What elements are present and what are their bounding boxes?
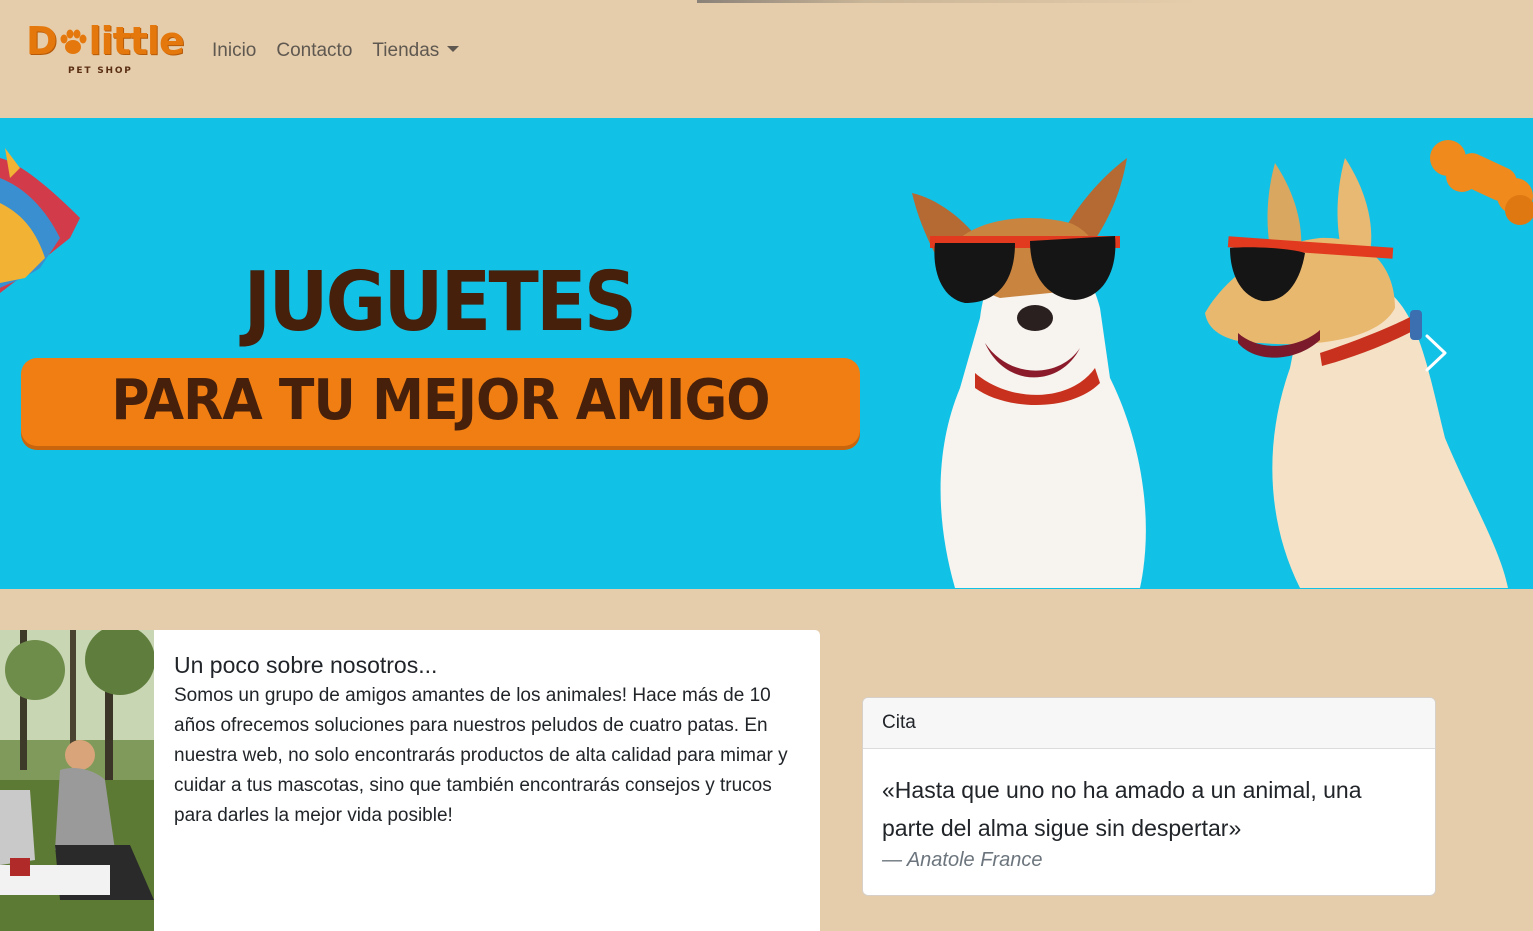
banner-artwork <box>0 140 1533 588</box>
dog-right-image <box>1205 158 1508 588</box>
quote-author: — Anatole France <box>882 849 1043 871</box>
friends-park-photo <box>0 630 154 931</box>
dog-left-image <box>912 158 1146 588</box>
caret-down-icon <box>447 46 460 52</box>
chevron-right-icon <box>1425 334 1447 372</box>
quote-card: Cita «Hasta que uno no ha amado a un ani… <box>862 697 1436 896</box>
paw-icon <box>60 29 87 54</box>
banner-headline: JUGUETES <box>243 255 637 350</box>
quote-card-header: Cita <box>863 698 1435 749</box>
nav-menu: Inicio Contacto Tiendas <box>212 36 460 66</box>
quote-text: «Hasta que uno no ha amado a un animal, … <box>882 777 1362 841</box>
logo-tagline: PET SHOP <box>68 66 133 76</box>
top-progress-line <box>697 0 1533 3</box>
nav-tiendas-dropdown[interactable]: Tiendas <box>372 36 460 66</box>
hero-carousel: JUGUETES PARA TU MEJOR AMIGO <box>0 118 1533 589</box>
about-title: Un poco sobre nosotros... <box>174 652 438 678</box>
nav-inicio[interactable]: Inicio <box>212 36 256 66</box>
navbar: D little PET SHOP Inicio Contacto Tienda… <box>0 0 1533 118</box>
banner-subheadline: PARA TU MEJOR AMIGO <box>111 368 770 433</box>
banner-subheadline-pill: PARA TU MEJOR AMIGO <box>21 358 860 446</box>
nav-tiendas-label: Tiendas <box>372 40 440 61</box>
quote-card-body: «Hasta que uno no ha amado a un animal, … <box>863 749 1435 873</box>
carousel-next-button[interactable] <box>1412 318 1462 388</box>
logo-wordmark: D little <box>26 19 185 63</box>
bone-toy-image <box>1430 140 1533 225</box>
nav-contacto[interactable]: Contacto <box>276 36 352 66</box>
about-description: Somos un grupo de amigos amantes de los … <box>174 685 788 826</box>
brand-logo[interactable]: D little PET SHOP <box>26 18 185 80</box>
about-card: Un poco sobre nosotros... Somos un grupo… <box>0 630 820 931</box>
